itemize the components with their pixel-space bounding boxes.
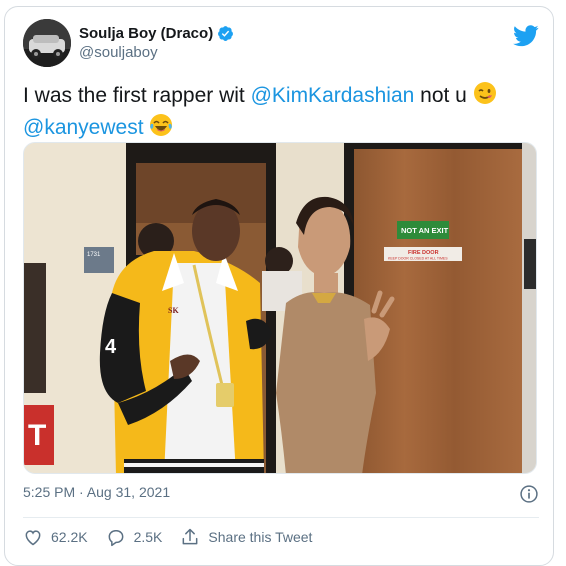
share-label: Share this Tweet (208, 529, 313, 545)
tweet-photo[interactable]: T 1731 NOT AN EXIT FIRE DOOR KEEP DOOR C… (23, 142, 537, 474)
author-name-block: Soulja Boy (Draco) @souljaboy (79, 25, 234, 61)
mention-kimkardashian[interactable]: @KimKardashian (251, 84, 415, 107)
reply-button[interactable]: 2.5K (106, 527, 163, 547)
svg-text:T: T (28, 419, 46, 452)
tears-of-joy-emoji (149, 113, 173, 145)
author-handle[interactable]: @souljaboy (79, 44, 234, 61)
like-count: 62.2K (51, 529, 88, 545)
sign-fire-door-sub: KEEP DOOR CLOSED AT ALL TIMES (388, 257, 448, 261)
tweet-actions: 62.2K 2.5K Share this Tweet (23, 525, 330, 549)
winking-face-emoji (473, 81, 497, 113)
tweet-timestamp[interactable]: 5:25 PM · Aug 31, 2021 (23, 484, 170, 500)
share-button[interactable]: Share this Tweet (180, 527, 312, 547)
heart-icon (25, 530, 41, 546)
mention-kanyewest[interactable]: @kanyewest (23, 116, 144, 139)
photo-image: T 1731 NOT AN EXIT FIRE DOOR KEEP DOOR C… (24, 143, 536, 473)
display-name-row: Soulja Boy (Draco) (79, 25, 234, 42)
share-upload-icon (182, 528, 198, 545)
sign-not-an-exit: NOT AN EXIT (401, 226, 449, 235)
verified-badge-icon (218, 26, 234, 41)
tweet-text-part: I was the first rapper wit (23, 84, 251, 107)
tweet-header: Soulja Boy (Draco) @souljaboy (23, 19, 543, 71)
author-avatar[interactable] (23, 19, 71, 67)
timestamp-row: 5:25 PM · Aug 31, 2021 (23, 484, 539, 506)
speech-bubble-icon (108, 530, 124, 547)
svg-text:4: 4 (105, 336, 117, 358)
jacket-letters: SK (168, 306, 179, 315)
twitter-bird-icon[interactable] (513, 25, 539, 47)
room-number: 1731 (87, 252, 101, 258)
like-button[interactable]: 62.2K (23, 527, 88, 547)
tweet-text-part: not u (414, 84, 473, 107)
author-display-name[interactable]: Soulja Boy (Draco) (79, 25, 213, 42)
tweet-card[interactable]: Soulja Boy (Draco) @souljaboy I was the … (4, 6, 554, 566)
avatar-image (23, 19, 71, 67)
tweet-text: I was the first rapper wit @KimKardashia… (23, 81, 543, 145)
info-icon[interactable] (519, 484, 539, 504)
sign-fire-door: FIRE DOOR (408, 250, 439, 256)
divider (23, 517, 539, 518)
reply-count: 2.5K (133, 529, 163, 545)
